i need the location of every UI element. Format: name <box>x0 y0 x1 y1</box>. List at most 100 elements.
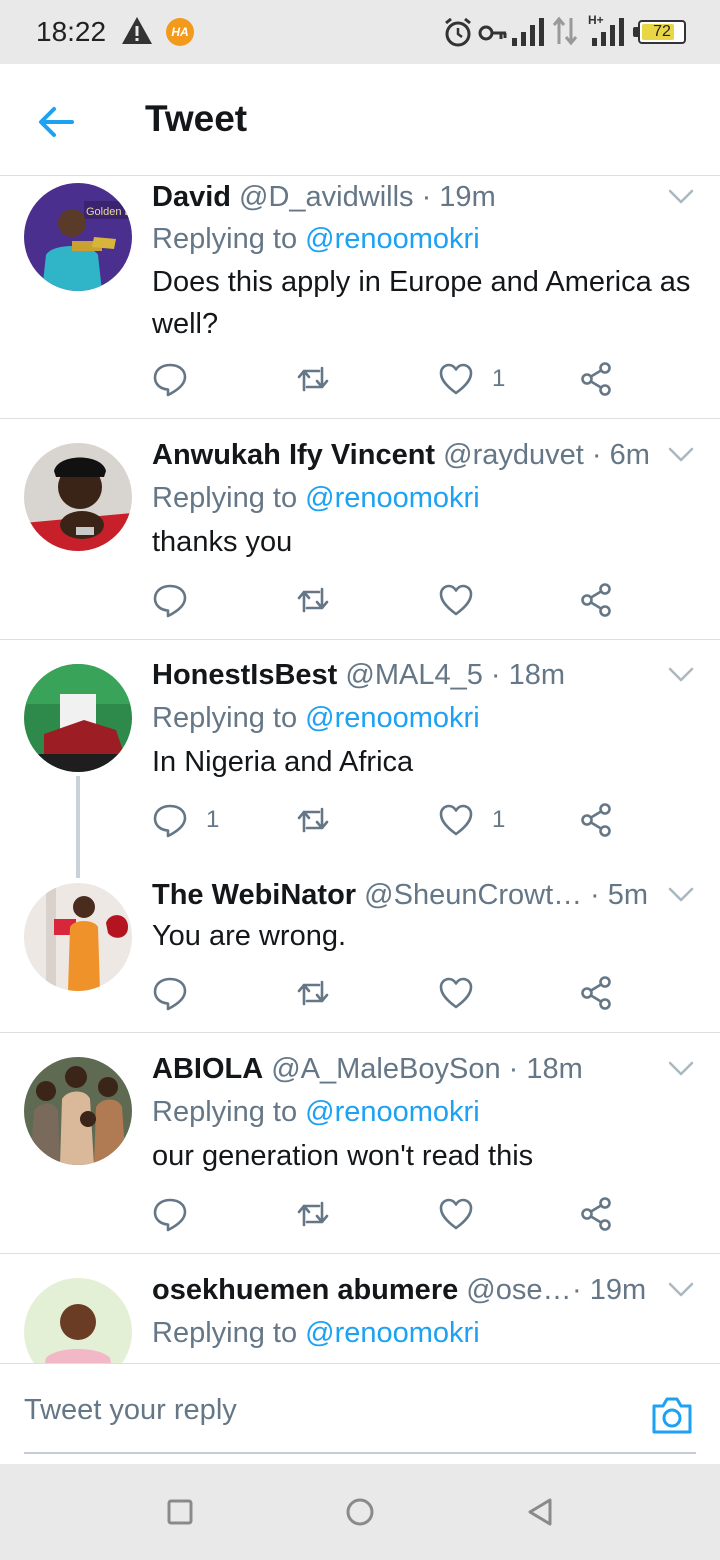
input-underline <box>24 1452 696 1454</box>
divider <box>0 1253 720 1254</box>
battery-icon: 72 <box>638 20 686 44</box>
heart-icon <box>438 582 474 618</box>
replying-to-label: Replying to <box>152 482 306 514</box>
chevron-down-icon[interactable] <box>668 1061 694 1077</box>
retweet-button[interactable] <box>295 800 331 840</box>
user-handle: @SheunCrowt… <box>364 879 583 911</box>
tweet-text: thanks you <box>152 526 293 558</box>
like-button[interactable] <box>438 580 474 620</box>
camera-icon[interactable] <box>650 1394 694 1436</box>
display-name[interactable]: HonestIsBest <box>152 659 337 691</box>
svg-text:H+: H+ <box>588 13 604 27</box>
mention-link[interactable]: @renoomokri <box>305 702 480 734</box>
chevron-down-icon[interactable] <box>668 667 694 683</box>
avatar[interactable] <box>24 1057 132 1165</box>
status-time: 18:22 <box>36 16 107 47</box>
replies-feed[interactable]: Golden B David @D_avidwills · 19m Replyi… <box>0 177 720 1363</box>
reply-button[interactable]: 1 <box>152 800 219 840</box>
display-name[interactable]: David <box>152 181 231 213</box>
reply-icon <box>152 582 188 618</box>
replying-to-line: Replying to @renoomokri <box>152 482 480 515</box>
tweet-author[interactable]: Anwukah Ify Vincent @rayduvet · 6m <box>152 439 650 472</box>
reply-icon <box>152 1196 188 1232</box>
mention-link[interactable]: @renoomokri <box>305 1096 480 1128</box>
user-handle: @A_MaleBoySon <box>271 1053 501 1085</box>
tweet-text: Does this apply in Europe and America as… <box>152 266 691 340</box>
tweet-time: · 5m <box>590 879 648 911</box>
like-count: 1 <box>492 806 506 833</box>
svg-text:Golden B: Golden B <box>86 206 132 218</box>
mention-link[interactable]: @renoomokri <box>305 223 480 255</box>
mention-link[interactable]: @renoomokri <box>305 1317 480 1349</box>
retweet-icon <box>295 802 331 838</box>
battery-cap <box>633 27 638 37</box>
avatar[interactable] <box>24 443 132 551</box>
back-triangle-icon[interactable] <box>524 1496 556 1528</box>
tweet-author[interactable]: David @D_avidwills · 19m <box>152 181 496 214</box>
chevron-down-icon[interactable] <box>668 189 694 205</box>
home-icon[interactable] <box>344 1496 376 1528</box>
share-icon <box>578 1196 614 1232</box>
share-button[interactable] <box>578 973 614 1013</box>
chevron-down-icon[interactable] <box>668 1282 694 1298</box>
tweet-time: · 18m <box>508 1053 583 1085</box>
user-handle: @D_avidwills <box>239 181 414 213</box>
replying-to-line: Replying to @renoomokri <box>152 702 480 735</box>
reply-button[interactable] <box>152 580 188 620</box>
replying-to-label: Replying to <box>152 702 306 734</box>
reply-button[interactable] <box>152 973 188 1013</box>
reply-icon <box>152 361 188 397</box>
avatar[interactable] <box>24 664 132 772</box>
reply-icon <box>152 802 188 838</box>
back-arrow-icon[interactable] <box>34 100 78 144</box>
vpn-key-icon <box>478 25 507 41</box>
share-button[interactable] <box>578 800 614 840</box>
display-name[interactable]: The WebiNator <box>152 879 356 911</box>
tweet-author[interactable]: ABIOLA @A_MaleBoySon · 18m <box>152 1053 583 1086</box>
retweet-icon <box>295 1196 331 1232</box>
tweet-text: You are wrong. <box>152 920 347 952</box>
avatar[interactable]: Golden B <box>24 183 132 291</box>
share-button[interactable] <box>578 359 614 399</box>
replying-to-label: Replying to <box>152 1096 306 1128</box>
retweet-icon <box>295 582 331 618</box>
chevron-down-icon[interactable] <box>668 887 694 903</box>
retweet-button[interactable] <box>295 359 331 399</box>
avatar[interactable] <box>24 1278 132 1363</box>
heart-icon <box>438 361 474 397</box>
replying-to-line: Replying to @renoomokri <box>152 1317 480 1350</box>
reply-button[interactable] <box>152 1194 188 1234</box>
display-name[interactable]: ABIOLA <box>152 1053 263 1085</box>
like-button[interactable]: 1 <box>438 359 505 399</box>
reply-input[interactable]: Tweet your reply <box>24 1394 237 1427</box>
like-button[interactable] <box>438 1194 474 1234</box>
share-button[interactable] <box>578 580 614 620</box>
display-name[interactable]: osekhuemen abumere <box>152 1274 458 1306</box>
reply-button[interactable] <box>152 359 188 399</box>
like-button[interactable] <box>438 973 474 1013</box>
like-button[interactable]: 1 <box>438 800 505 840</box>
tweet-author[interactable]: HonestIsBest @MAL4_5 · 18m <box>152 659 565 692</box>
like-count: 1 <box>492 365 506 392</box>
hplus-signal-icon: H+ <box>588 13 624 46</box>
chevron-down-icon[interactable] <box>668 447 694 463</box>
display-name[interactable]: Anwukah Ify Vincent <box>152 439 435 471</box>
recent-apps-icon[interactable] <box>164 1496 196 1528</box>
retweet-button[interactable] <box>295 580 331 620</box>
share-button[interactable] <box>578 1194 614 1234</box>
tweet-author[interactable]: The WebiNator @SheunCrowt… <box>152 879 582 912</box>
retweet-button[interactable] <box>295 973 331 1013</box>
avatar[interactable] <box>24 883 132 991</box>
replying-to-label: Replying to <box>152 223 306 255</box>
mention-link[interactable]: @renoomokri <box>305 482 480 514</box>
share-icon <box>578 802 614 838</box>
user-handle: @MAL4_5 <box>345 659 483 691</box>
page-title: Tweet <box>145 98 248 139</box>
reply-icon <box>152 975 188 1011</box>
share-icon <box>578 361 614 397</box>
data-arrows-icon <box>552 16 578 46</box>
tweet-author[interactable]: osekhuemen abumere @ose… <box>152 1274 572 1307</box>
retweet-button[interactable] <box>295 1194 331 1234</box>
alarm-icon <box>445 17 471 47</box>
divider <box>0 418 720 419</box>
